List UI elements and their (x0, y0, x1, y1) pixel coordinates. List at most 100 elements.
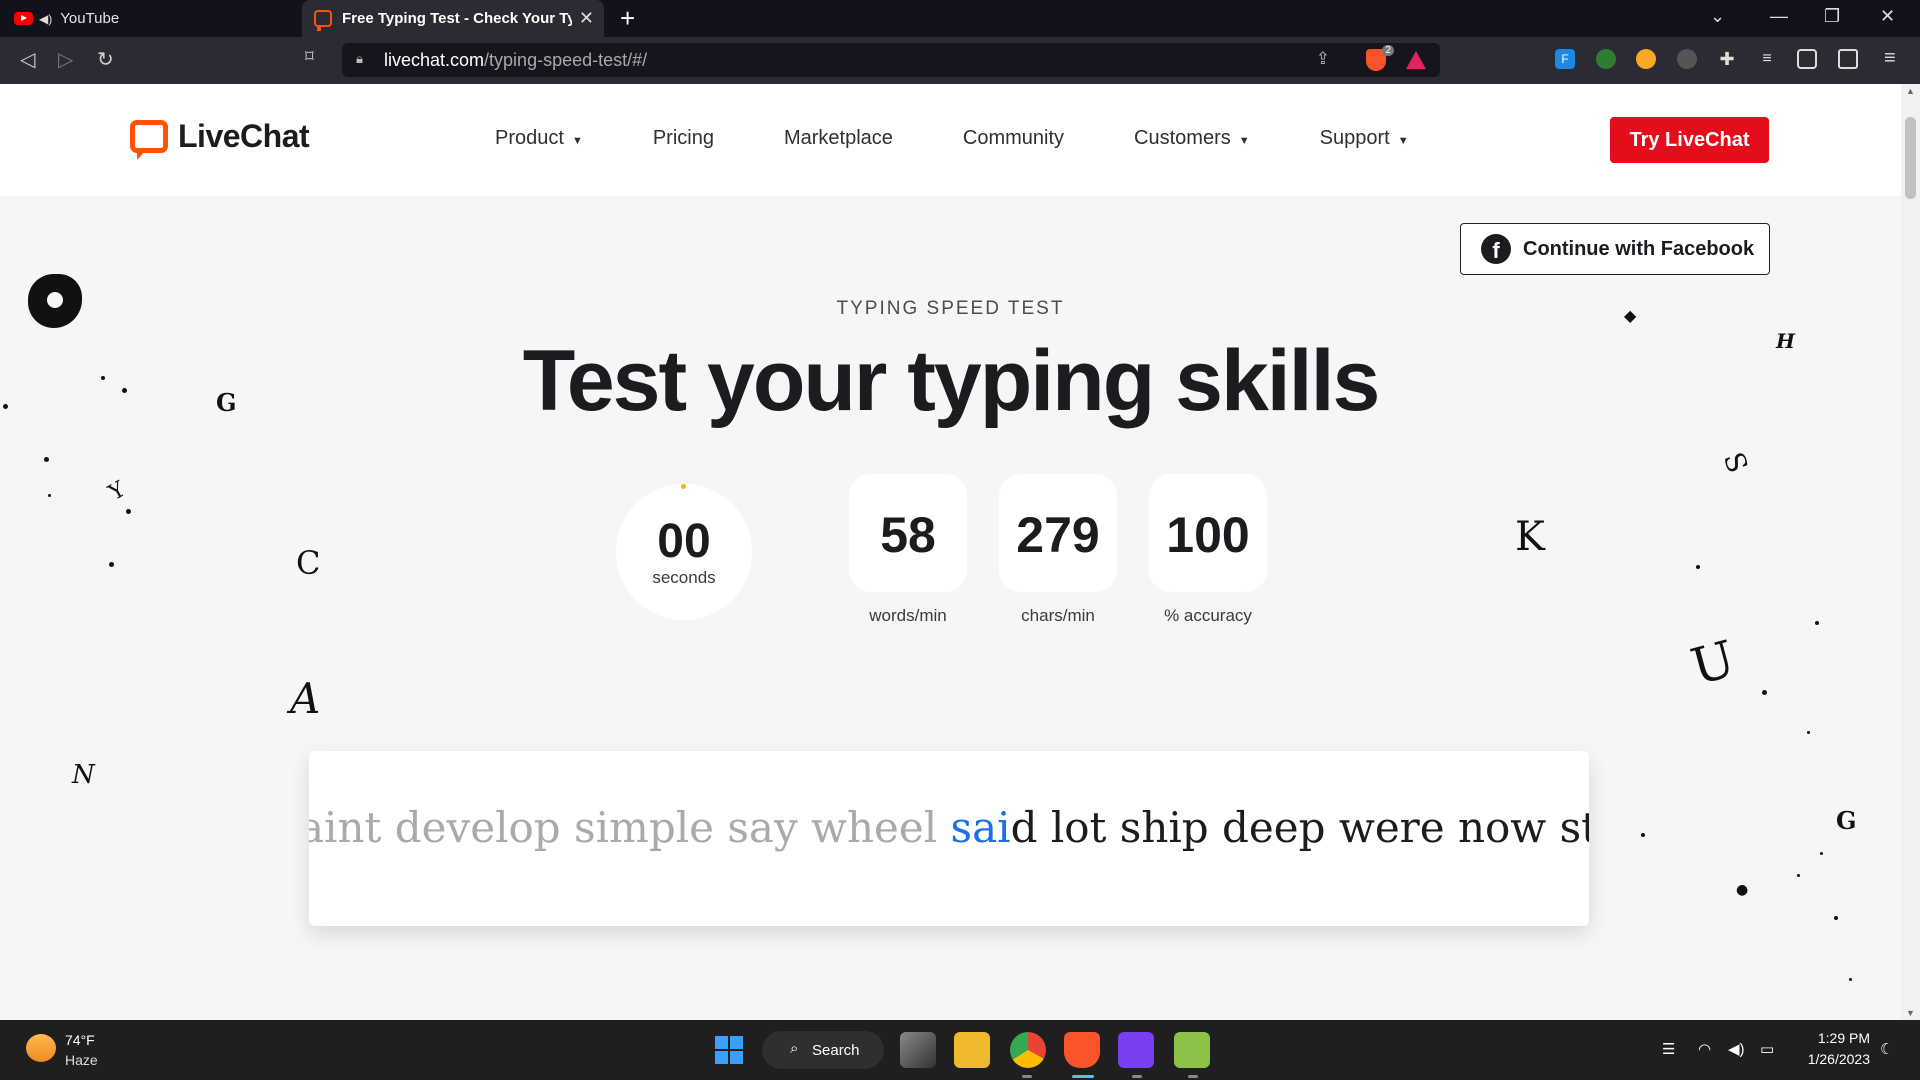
share-icon[interactable]: ⇪ (1316, 49, 1330, 69)
tab-title: YouTube (60, 10, 120, 27)
tab-list-chevron-icon[interactable]: ⌄ (1710, 6, 1725, 27)
try-livechat-button[interactable]: Try LiveChat (1610, 117, 1769, 163)
app-icon[interactable] (1174, 1032, 1210, 1068)
accuracy-card: 100 (1149, 474, 1267, 592)
window-close-icon[interactable]: ✕ (1880, 6, 1895, 27)
decorative-dot (1762, 690, 1767, 695)
tab-youtube[interactable]: ◀) YouTube (0, 0, 300, 37)
nav-marketplace[interactable]: Marketplace (784, 127, 893, 150)
decorative-letter: Y (104, 477, 130, 506)
page-scrollbar[interactable]: ▲ ▼ (1901, 84, 1920, 1020)
scroll-down-icon[interactable]: ▼ (1906, 1008, 1915, 1018)
nav-customers[interactable]: Customers ▼ (1134, 127, 1250, 150)
taskbar-search-button[interactable]: ⌕ Search (762, 1031, 884, 1069)
wallet-icon[interactable] (1838, 49, 1858, 69)
extension-f-icon[interactable]: F (1555, 49, 1575, 69)
task-view-icon[interactable] (900, 1032, 936, 1068)
continue-with-facebook-button[interactable]: f Continue with Facebook (1460, 223, 1770, 275)
decorative-dot (1641, 833, 1645, 837)
decorative-mark: ● (1736, 882, 1749, 898)
running-indicator (1132, 1075, 1142, 1078)
back-icon[interactable]: ◁ (20, 47, 35, 72)
caret-down-icon: ▼ (1238, 135, 1250, 147)
volume-icon[interactable]: ◀) (1728, 1040, 1745, 1058)
menu-icon[interactable]: ≡ (1884, 47, 1896, 70)
decorative-mark: ◆ (1624, 306, 1637, 325)
decorative-dot (122, 388, 127, 393)
browser-tab-bar: ◀) YouTube Free Typing Test - Check Your… (0, 0, 1920, 37)
battery-icon[interactable]: ▭ (1760, 1040, 1774, 1058)
url-field[interactable]: 🔒︎ livechat.com/typing-speed-test/#/ ⇪ 2 (342, 43, 1440, 77)
tab-livechat[interactable]: Free Typing Test - Check Your Typing Spe… (302, 0, 604, 37)
nav-support[interactable]: Support ▼ (1320, 127, 1409, 150)
decorative-dot (3, 404, 8, 409)
lock-icon[interactable]: 🔒︎ (356, 51, 363, 67)
decorative-dot (1820, 852, 1823, 855)
running-indicator (1022, 1075, 1032, 1078)
decorative-dot (1797, 874, 1800, 877)
decorative-letter: G (216, 388, 237, 417)
decorative-dot (1815, 621, 1819, 625)
weather-condition: Haze (65, 1052, 98, 1068)
forward-icon[interactable]: ▷ (58, 47, 73, 72)
decorative-letter: U (1685, 629, 1741, 697)
wifi-icon[interactable]: ◠ (1698, 1040, 1711, 1058)
bookmark-icon[interactable]: ⌑ (305, 47, 314, 67)
page-content: LiveChat Product ▼ Pricing Marketplace Co… (0, 84, 1901, 1020)
search-icon: ⌕ (790, 1040, 799, 1057)
extensions-puzzle-icon[interactable]: ✚ (1717, 49, 1737, 69)
shield-count-badge: 2 (1382, 45, 1394, 56)
decorative-dot (44, 457, 49, 462)
site-header: LiveChat Product ▼ Pricing Marketplace Co… (0, 84, 1901, 196)
chat-bubble-icon (130, 120, 168, 153)
scroll-thumb[interactable] (1905, 117, 1916, 199)
new-tab-icon[interactable]: + (620, 3, 635, 34)
chat-tray-icon[interactable]: ☰ (1662, 1040, 1675, 1058)
sidebar-icon[interactable] (1797, 49, 1817, 69)
weather-temperature: 74°F (65, 1032, 95, 1048)
decorative-dot (48, 494, 51, 497)
nav-product[interactable]: Product ▼ (495, 127, 583, 150)
decorative-dot (1807, 731, 1810, 734)
brave-icon[interactable] (1064, 1032, 1100, 1068)
active-indicator (1072, 1075, 1094, 1078)
livechat-favicon (314, 10, 332, 31)
accuracy-label: % accuracy (1164, 606, 1252, 625)
close-icon[interactable]: ✕ (579, 8, 594, 29)
nav-pricing[interactable]: Pricing (653, 127, 714, 150)
typing-input-area[interactable]: aint develop simple say wheel said lot s… (309, 751, 1589, 926)
file-explorer-icon[interactable] (954, 1032, 990, 1068)
tab-title: Free Typing Test - Check Your Typing Spe… (342, 10, 572, 27)
weather-haze-icon[interactable] (26, 1034, 56, 1062)
notifications-icon[interactable]: ☾ (1880, 1040, 1893, 1058)
extension-person-icon[interactable] (1636, 49, 1656, 69)
clock-date[interactable]: 1/26/2023 (1796, 1051, 1870, 1067)
livechat-logo[interactable]: LiveChat (130, 118, 310, 155)
running-indicator (1188, 1075, 1198, 1078)
decorative-letter: G (1836, 806, 1857, 835)
nav-community[interactable]: Community (963, 127, 1064, 150)
decorative-letter: K (1515, 514, 1545, 560)
speaker-icon[interactable]: ◀) (39, 12, 52, 26)
caret-down-icon: ▼ (1397, 135, 1409, 147)
cpm-label: chars/min (1021, 606, 1095, 625)
page-title: Test your typing skills (522, 333, 1381, 429)
address-toolbar: ◁ ▷ ↻ ⌑ 🔒︎ livechat.com/typing-speed-tes… (0, 37, 1920, 84)
extension-atom-icon[interactable] (1677, 49, 1697, 69)
scroll-up-icon[interactable]: ▲ (1906, 86, 1915, 96)
decorative-dot (109, 562, 114, 567)
playlist-icon[interactable]: ≡ (1757, 49, 1777, 69)
wpm-card: 58 (849, 474, 967, 592)
restore-icon[interactable]: ❐ (1824, 6, 1840, 27)
brave-rewards-icon[interactable] (1406, 51, 1426, 69)
current-word-typed: sai (950, 803, 1011, 852)
reload-icon[interactable]: ↻ (97, 47, 114, 72)
minimize-icon[interactable]: — (1770, 6, 1788, 27)
upcoming-text: lot ship deep were now stay ago (1050, 803, 1589, 852)
clock-time[interactable]: 1:29 PM (1810, 1030, 1870, 1046)
windows-start-icon[interactable] (715, 1036, 743, 1064)
visual-studio-icon[interactable] (1118, 1032, 1154, 1068)
typed-text: aint develop simple say wheel (309, 803, 951, 852)
chrome-icon[interactable] (1010, 1032, 1046, 1068)
extension-globe-icon[interactable] (1596, 49, 1616, 69)
